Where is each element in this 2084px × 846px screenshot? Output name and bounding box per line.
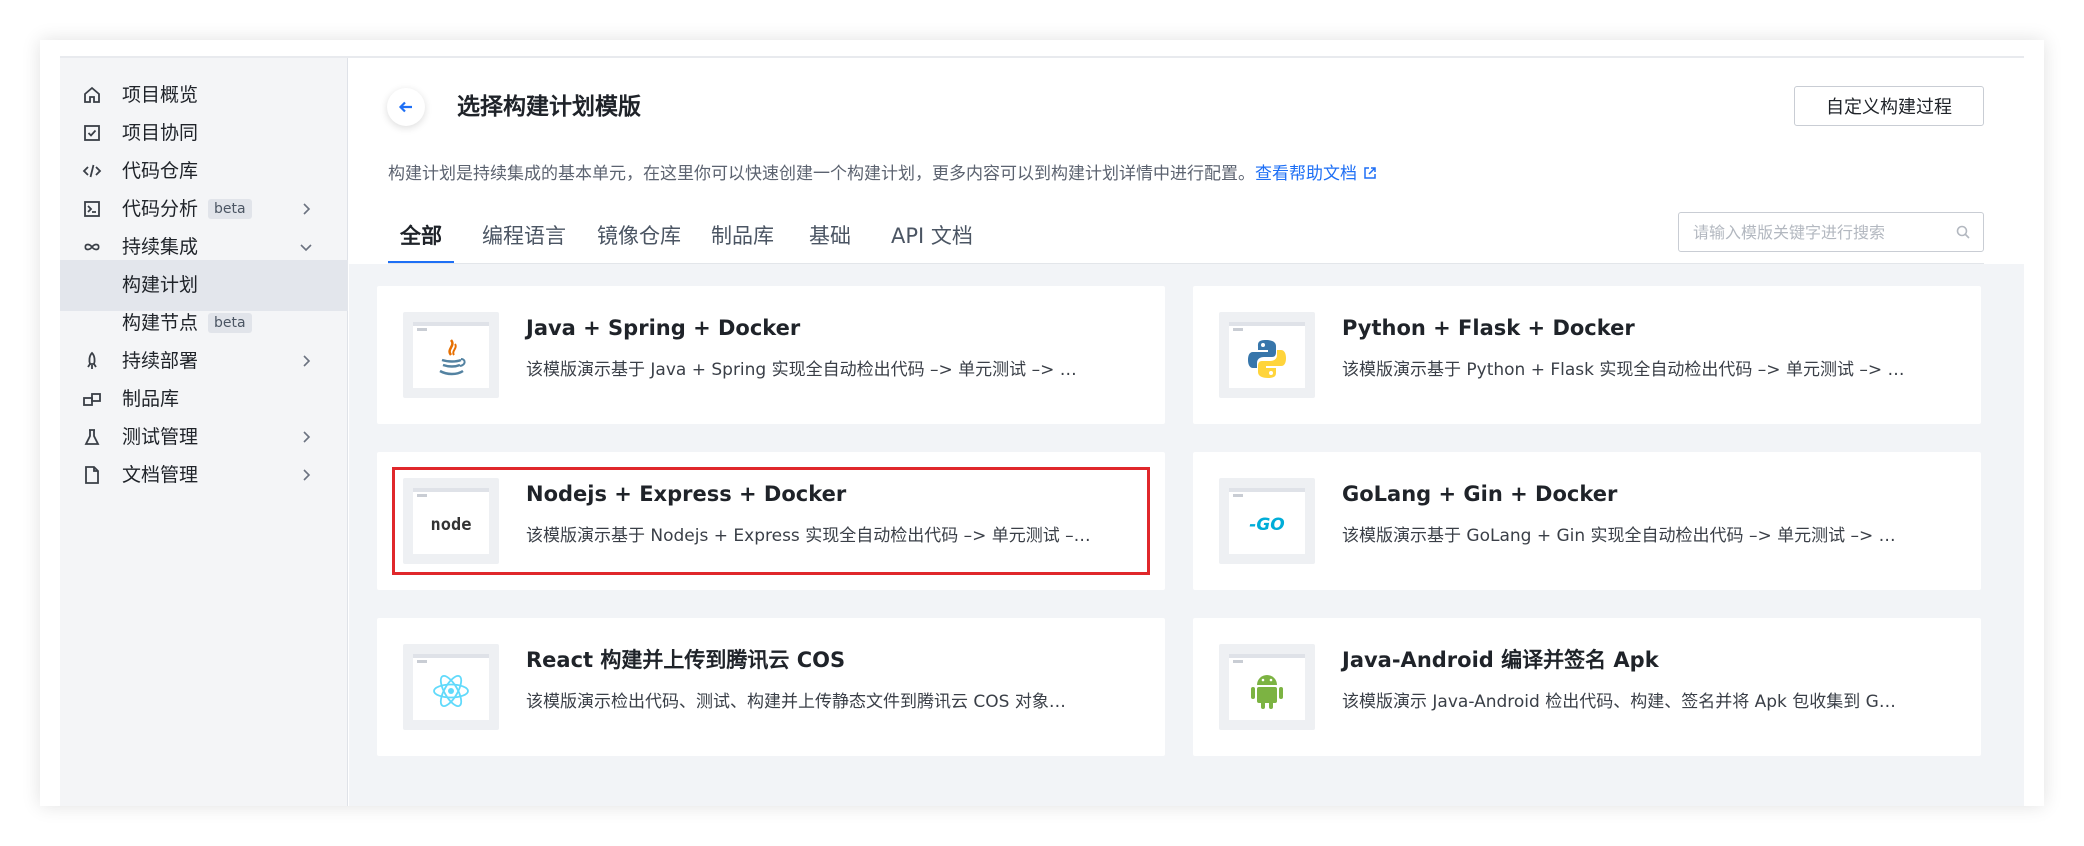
arrow-left-icon — [398, 101, 412, 113]
code-icon — [80, 159, 104, 183]
tab-languages[interactable]: 编程语言 — [482, 208, 566, 264]
template-title: Java-Android 编译并签名 Apk — [1342, 648, 1659, 672]
sidebar-item-label: 项目概览 — [122, 84, 199, 106]
template-thumbnail: node — [403, 478, 499, 564]
template-description: 该模版演示 Java-Android 检出代码、构建、签名并将 Apk 包收集到… — [1342, 692, 1896, 712]
template-card-java[interactable]: Java + Spring + Docker 该模版演示基于 Java + Sp… — [377, 286, 1165, 424]
sidebar-item-label: 制品库 — [122, 388, 180, 410]
template-thumbnail — [1219, 644, 1315, 730]
template-thumbnail: -GO — [1219, 478, 1315, 564]
beta-badge: beta — [208, 199, 252, 219]
checkbox-icon — [80, 121, 104, 145]
description-text: 构建计划是持续集成的基本单元，在这里你可以快速创建一个构建计划，更多内容可以到构… — [388, 164, 1255, 184]
chevron-right-icon — [294, 349, 318, 373]
tab-api-docs[interactable]: API 文档 — [891, 208, 973, 264]
android-icon — [1251, 675, 1283, 709]
search-input[interactable] — [1693, 213, 1943, 251]
template-description: 该模版演示基于 Python + Flask 实现全自动检出代码 –> 单元测试… — [1342, 360, 1905, 380]
template-grid: Java + Spring + Docker 该模版演示基于 Java + Sp… — [349, 264, 2024, 806]
sidebar-item-label: 持续部署 — [122, 350, 199, 372]
sidebar-item-label: 项目协同 — [122, 122, 199, 144]
document-icon — [80, 463, 104, 487]
template-search — [1678, 212, 1984, 252]
sidebar: 项目概览 项目协同 代码仓库 代码分析 beta 持续集成 构建计划 构建节点 … — [60, 58, 348, 806]
chevron-right-icon — [294, 463, 318, 487]
sidebar-item-label: 代码分析 beta — [122, 197, 252, 221]
template-thumbnail — [403, 312, 499, 398]
chevron-down-icon — [294, 235, 318, 259]
template-title: Python + Flask + Docker — [1342, 316, 1635, 340]
sidebar-item-docs[interactable]: 文档管理 — [60, 450, 348, 501]
package-icon — [80, 387, 104, 411]
template-description: 该模版演示基于 Java + Spring 实现全自动检出代码 –> 单元测试 … — [526, 360, 1077, 380]
sidebar-item-label: 文档管理 — [122, 464, 199, 486]
beta-badge: beta — [208, 313, 252, 333]
template-thumbnail — [1219, 312, 1315, 398]
template-description: 该模版演示基于 GoLang + Gin 实现全自动检出代码 –> 单元测试 –… — [1342, 526, 1896, 546]
template-card-nodejs[interactable]: node Nodejs + Express + Docker 该模版演示基于 N… — [377, 452, 1165, 590]
golang-icon: -GO — [1249, 515, 1285, 535]
sidebar-item-label: 测试管理 — [122, 426, 199, 448]
sidebar-item-label: 持续集成 — [122, 236, 199, 258]
rocket-icon — [80, 349, 104, 373]
sidebar-item-label: 代码仓库 — [122, 160, 199, 182]
template-description: 该模版演示基于 Nodejs + Express 实现全自动检出代码 –> 单元… — [526, 526, 1091, 546]
template-card-android[interactable]: Java-Android 编译并签名 Apk 该模版演示 Java-Androi… — [1193, 618, 1981, 756]
template-title: React 构建并上传到腾讯云 COS — [526, 648, 846, 672]
template-title: Nodejs + Express + Docker — [526, 482, 847, 506]
nodejs-icon: node — [430, 515, 472, 535]
chevron-right-icon — [294, 197, 318, 221]
page-title: 选择构建计划模版 — [457, 94, 641, 120]
custom-build-button[interactable]: 自定义构建过程 — [1794, 86, 1984, 126]
tab-artifacts[interactable]: 制品库 — [711, 208, 774, 264]
template-title: GoLang + Gin + Docker — [1342, 482, 1618, 506]
template-description: 该模版演示检出代码、测试、构建并上传静态文件到腾讯云 COS 对象… — [526, 692, 1066, 712]
app-window: 项目概览 项目协同 代码仓库 代码分析 beta 持续集成 构建计划 构建节点 … — [40, 40, 2044, 806]
tab-image-registry[interactable]: 镜像仓库 — [597, 208, 681, 264]
search-icon — [1956, 225, 1970, 239]
tab-basic[interactable]: 基础 — [809, 208, 851, 264]
template-card-golang[interactable]: -GO GoLang + Gin + Docker 该模版演示基于 GoLang… — [1193, 452, 1981, 590]
home-icon — [80, 83, 104, 107]
back-button[interactable] — [387, 88, 425, 126]
external-link-icon — [1364, 167, 1376, 179]
tab-all[interactable]: 全部 — [388, 208, 454, 264]
template-title: Java + Spring + Docker — [526, 316, 801, 340]
template-card-python[interactable]: Python + Flask + Docker 该模版演示基于 Python +… — [1193, 286, 1981, 424]
terminal-icon — [80, 197, 104, 221]
sidebar-item-label: 构建计划 — [122, 274, 199, 296]
main-content: 选择构建计划模版 自定义构建过程 构建计划是持续集成的基本单元，在这里你可以快速… — [349, 58, 2024, 806]
sidebar-item-label: 构建节点 beta — [122, 311, 252, 335]
flask-icon — [80, 425, 104, 449]
page-description: 构建计划是持续集成的基本单元，在这里你可以快速创建一个构建计划，更多内容可以到构… — [388, 162, 1377, 186]
template-card-react[interactable]: React 构建并上传到腾讯云 COS 该模版演示检出代码、测试、构建并上传静态… — [377, 618, 1165, 756]
python-icon — [1248, 340, 1286, 378]
chevron-right-icon — [294, 425, 318, 449]
react-icon — [433, 675, 469, 707]
java-icon — [439, 339, 466, 376]
template-thumbnail — [403, 644, 499, 730]
infinity-icon — [80, 235, 104, 259]
help-docs-link[interactable]: 查看帮助文档 — [1255, 164, 1377, 184]
